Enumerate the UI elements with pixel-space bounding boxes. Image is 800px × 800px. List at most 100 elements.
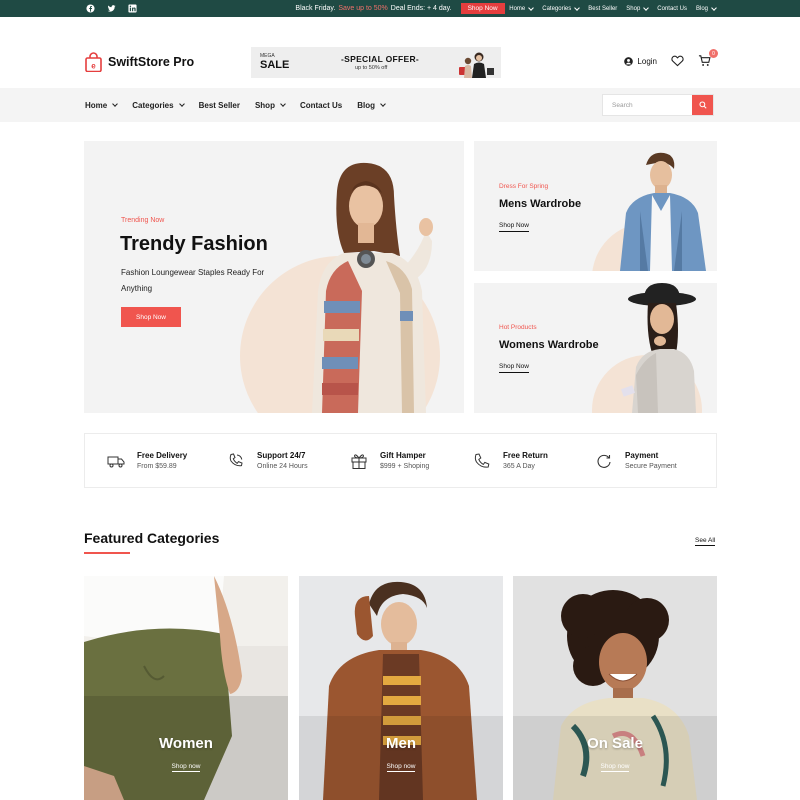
nav-item-label: Blog [357,100,375,110]
search-input[interactable]: Search [603,95,692,115]
feature-item: Payment Secure Payment [595,434,677,487]
search-icon [698,101,707,109]
topbar-nav-categories[interactable]: Categories [542,4,581,12]
shop-link-label: Shop now [386,763,416,772]
user-icon [624,56,634,66]
topbar-nav-label: Categories [542,5,572,12]
banner-offer: -SPECIAL OFFER- [341,54,420,64]
category-shop-link[interactable]: Shop now [513,763,717,772]
topbar-nav-label: Shop [626,5,641,12]
chevron-down-icon [178,101,185,107]
feature-sub: Online 24 Hours [257,463,308,470]
shopping-bag-logo-icon: e [85,52,102,72]
features-strip: Free Delivery From $59.89 Support 24/7 Onl… [84,433,717,488]
featured-categories-title: Featured Categories [84,530,220,546]
chevron-down-icon [574,4,581,11]
card-shop-now-link[interactable]: Shop Now [499,363,529,373]
feature-sub: $999 + Shoping [380,463,430,470]
main-menu: Home Categories Best Seller Shop Contact… [85,88,386,122]
hero-card-mens: Dress For Spring Mens Wardrobe Shop Now [474,141,717,271]
brand-name: SwiftStore Pro [108,55,195,69]
nav-item-shop[interactable]: Shop [254,100,286,110]
gift-icon [350,452,368,470]
category-shop-link[interactable]: Shop now [299,763,503,772]
login-link[interactable]: Login [624,57,657,66]
topbar-nav-label: Contact Us [657,5,687,12]
nav-item-contact[interactable]: Contact Us [300,101,342,110]
hero-subtitle: Fashion Loungewear Staples Ready For Any… [121,268,265,293]
hero-card-womens: Hot Products Womens Wardrobe Shop Now [474,283,717,413]
shop-link-label: Shop now [600,763,630,772]
category-shop-link[interactable]: Shop now [84,763,288,772]
category-card-women[interactable]: Women Shop now [84,576,288,800]
category-card-on-sale[interactable]: On Sale Shop now [513,576,717,800]
see-all-link[interactable]: See All [695,537,716,546]
special-offer-banner[interactable]: MEGA SALE -SPECIAL OFFER- up to 50% off [251,47,501,78]
topbar-nav-label: Best Seller [588,5,618,12]
top-announcement-bar: Black Friday. Save up to 50% Deal Ends: … [0,0,800,17]
shop-link-label: Shop now [171,763,201,772]
chevron-down-icon [528,4,535,11]
phone-support-icon [227,452,245,470]
search-button[interactable] [692,95,713,115]
phone-icon [473,452,491,470]
card-shop-now-link[interactable]: Shop Now [499,222,529,232]
nav-item-label: Shop [254,100,275,110]
feature-title: Gift Hamper [380,451,426,460]
nav-item-label: Best Seller [198,100,240,110]
promo-prefix: Black Friday. [295,5,336,12]
cart-count-badge: 0 [709,49,718,58]
womens-model-image [620,283,696,413]
topbar-nav-label: Home [509,5,526,12]
topbar-nav-contact[interactable]: Contact Us [657,6,687,12]
truck-icon [107,452,125,470]
category-card-men[interactable]: Men Shop now [299,576,503,800]
header-actions: Login 0 [624,49,718,68]
chevron-down-icon [380,101,386,107]
topbar-shop-now-button[interactable]: Shop Now [460,3,505,14]
chevron-down-icon [711,4,717,11]
heart-icon[interactable] [671,55,684,67]
nav-item-best-seller[interactable]: Best Seller [199,101,240,110]
topbar-nav-blog[interactable]: Blog [696,4,717,12]
hero-main-banner: Trending Now Trendy Fashion Fashion Loun… [84,141,464,413]
banner-sale: SALE [260,59,290,71]
site-logo[interactable]: e SwiftStore Pro [85,52,194,72]
hero-shop-now-button[interactable]: Shop Now [121,307,181,327]
site-header: e SwiftStore Pro MEGA SALE -SPECIAL OFFE… [0,37,800,87]
topbar-nav: Home Categories Best Seller Shop Contact… [509,0,717,17]
nav-item-home[interactable]: Home [85,100,119,110]
banner-upto: up to 50% off [355,65,388,71]
refresh-icon [595,452,613,470]
feature-item: Free Delivery From $59.89 [107,434,187,487]
mens-model-image [620,152,706,271]
search-box: Search [602,94,714,116]
topbar-nav-home[interactable]: Home [509,4,535,12]
topbar-nav-best-seller[interactable]: Best Seller [588,6,617,12]
category-label: Men [386,735,416,752]
feature-title: Free Return [503,451,548,460]
card-tag: Dress For Spring [499,183,549,190]
chevron-down-icon [280,101,286,107]
banner-models-image [459,52,494,78]
feature-item: Free Return 365 A Day [473,434,548,487]
feature-item: Gift Hamper $999 + Shoping [350,434,429,487]
topbar-nav-shop[interactable]: Shop [626,4,650,12]
card-title: Mens Wardrobe [499,198,582,210]
hero-title: Trendy Fashion [120,233,268,255]
chevron-down-icon [643,4,650,11]
feature-sub: From $59.89 [137,463,177,470]
nav-item-label: Home [85,100,108,110]
nav-item-categories[interactable]: Categories [132,101,185,110]
category-label: On Sale [587,735,643,752]
nav-item-blog[interactable]: Blog [357,100,386,110]
card-tag: Hot Products [499,324,537,331]
cart-button[interactable]: 0 [698,49,718,68]
svg-text:e: e [91,62,96,71]
login-label: Login [637,56,657,66]
hero-model-image [312,162,433,413]
feature-item: Support 24/7 Online 24 Hours [227,434,308,487]
feature-title: Support 24/7 [257,451,306,460]
category-label: Women [159,735,213,752]
nav-item-label: Contact Us [299,100,343,110]
